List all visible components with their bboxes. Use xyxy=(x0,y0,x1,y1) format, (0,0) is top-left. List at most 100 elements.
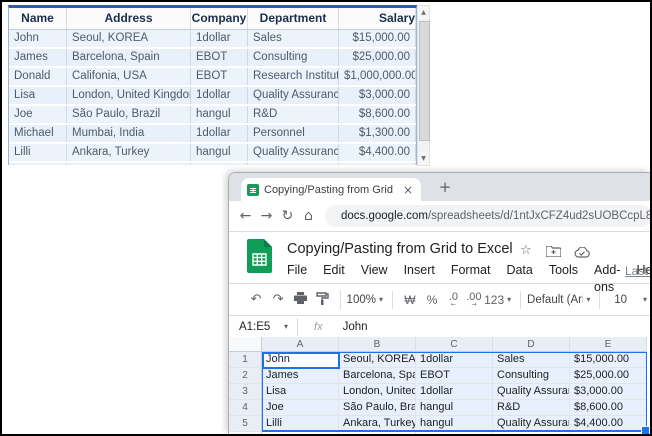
table-cell[interactable]: Sales xyxy=(248,30,339,47)
table-row[interactable]: JohnSeoul, KOREA1dollarSales$15,000.00 xyxy=(9,30,416,49)
table-cell[interactable]: $8,600.00 xyxy=(339,106,416,123)
table-cell[interactable]: EBOT xyxy=(191,49,248,66)
menu-item-view[interactable]: View xyxy=(353,262,396,296)
sheet-cell[interactable]: EBOT xyxy=(416,368,493,384)
table-cell[interactable]: Lilli xyxy=(9,144,67,161)
table-cell[interactable]: Research Institute xyxy=(248,68,339,85)
table-cell[interactable]: Quality Assurance xyxy=(248,87,339,104)
table-cell[interactable]: Sales xyxy=(248,163,339,165)
scroll-up-icon[interactable]: ▲ xyxy=(418,6,429,19)
sheet-cell[interactable]: Joe xyxy=(262,400,339,416)
sheet-cell[interactable] xyxy=(493,432,570,434)
forward-icon[interactable]: → xyxy=(256,208,277,224)
column-header-c[interactable]: C xyxy=(416,337,493,352)
table-cell[interactable]: hangul xyxy=(191,144,248,161)
column-header[interactable]: Salary xyxy=(339,8,416,29)
sheet-cell[interactable]: James xyxy=(262,368,339,384)
browser-tab[interactable]: Copying/Pasting from Grid to E × xyxy=(241,178,421,201)
table-cell[interactable]: Donald xyxy=(9,68,67,85)
row-header-6[interactable]: 6 xyxy=(229,432,262,434)
table-cell[interactable]: Personnel xyxy=(248,125,339,142)
sheet-cell[interactable]: London, United Kingdom xyxy=(339,384,416,400)
name-box[interactable]: A1:E5 xyxy=(229,321,281,333)
sheet-cell[interactable]: Quality Assurance xyxy=(493,416,570,432)
row-header-5[interactable]: 5 xyxy=(229,416,262,432)
table-cell[interactable]: $1,300.00 xyxy=(339,125,416,142)
column-header[interactable]: Address xyxy=(67,8,191,29)
sheet-cell[interactable]: Ankara, Turkey xyxy=(339,416,416,432)
reload-icon[interactable]: ↻ xyxy=(277,208,298,224)
table-cell[interactable]: São Paulo, Brazil xyxy=(67,106,191,123)
sheet-cell[interactable]: São Paulo, Brazil xyxy=(339,400,416,416)
sheet-cell[interactable] xyxy=(339,432,416,434)
star-icon[interactable]: ☆ xyxy=(520,243,532,258)
table-cell[interactable]: Sydney, NSW, Australia xyxy=(67,163,191,165)
column-header[interactable]: Company xyxy=(191,8,248,29)
table-row[interactable]: CelineSydney, NSW, AustraliahangulSales$… xyxy=(9,163,416,165)
table-row[interactable]: LisaLondon, United Kingdom1dollarQuality… xyxy=(9,87,416,106)
sheet-cell[interactable]: Lilli xyxy=(262,416,339,432)
table-cell[interactable]: Consulting xyxy=(248,49,339,66)
table-cell[interactable]: $25,000.00 xyxy=(339,49,416,66)
column-header-e[interactable]: E xyxy=(570,337,647,352)
sheet-cell[interactable] xyxy=(262,432,339,434)
sheet-cell[interactable]: Sales xyxy=(493,352,570,368)
menu-item-tools[interactable]: Tools xyxy=(541,262,586,296)
table-cell[interactable]: $1,000,000.00 xyxy=(339,68,416,85)
table-cell[interactable]: 1dollar xyxy=(191,125,248,142)
row-header-3[interactable]: 3 xyxy=(229,384,262,400)
sheet-cell[interactable]: John xyxy=(262,352,339,368)
sheet-cell[interactable]: $3,000.00 xyxy=(570,384,647,400)
table-row[interactable]: DonaldCalifonia, USAEBOTResearch Institu… xyxy=(9,68,416,87)
sheet-cell[interactable]: Consulting xyxy=(493,368,570,384)
row-header-4[interactable]: 4 xyxy=(229,400,262,416)
table-row[interactable]: JamesBarcelona, SpainEBOTConsulting$25,0… xyxy=(9,49,416,68)
home-icon[interactable]: ⌂ xyxy=(298,208,319,224)
table-cell[interactable]: Califonia, USA xyxy=(67,68,191,85)
sheet-cell[interactable]: hangul xyxy=(416,400,493,416)
sheet-cell[interactable]: R&D xyxy=(493,400,570,416)
menu-item-insert[interactable]: Insert xyxy=(396,262,443,296)
sheet-cell[interactable] xyxy=(570,432,647,434)
table-cell[interactable]: Celine xyxy=(9,163,67,165)
table-cell[interactable]: $4,400.00 xyxy=(339,144,416,161)
column-header[interactable]: Department xyxy=(248,8,339,29)
column-header-d[interactable]: D xyxy=(493,337,570,352)
menu-item-add-ons[interactable]: Add-ons xyxy=(586,262,628,296)
sheet-cell[interactable]: 1dollar xyxy=(416,384,493,400)
table-cell[interactable]: John xyxy=(9,30,67,47)
table-cell[interactable]: Ankara, Turkey xyxy=(67,144,191,161)
sheet-cell[interactable]: $8,600.00 xyxy=(570,400,647,416)
sheet-cell[interactable]: Seoul, KOREA xyxy=(339,352,416,368)
table-cell[interactable]: hangul xyxy=(191,106,248,123)
sheet-cell[interactable]: $4,400.00 xyxy=(570,416,647,432)
menu-item-data[interactable]: Data xyxy=(498,262,540,296)
table-cell[interactable]: Barcelona, Spain xyxy=(67,49,191,66)
table-cell[interactable]: James xyxy=(9,49,67,66)
tab-close-icon[interactable]: × xyxy=(401,183,415,197)
table-cell[interactable]: Quality Assurance xyxy=(248,144,339,161)
back-icon[interactable]: ← xyxy=(235,208,256,224)
menu-item-edit[interactable]: Edit xyxy=(315,262,353,296)
table-cell[interactable]: EBOT xyxy=(191,68,248,85)
new-tab-button[interactable]: + xyxy=(433,176,457,198)
table-row[interactable]: LilliAnkara, TurkeyhangulQuality Assuran… xyxy=(9,144,416,163)
sheet-cell[interactable] xyxy=(416,432,493,434)
sheet-cell[interactable]: Lisa xyxy=(262,384,339,400)
sheet-cell[interactable]: hangul xyxy=(416,416,493,432)
menu-item-file[interactable]: File xyxy=(279,262,315,296)
table-cell[interactable]: Mumbai, India xyxy=(67,125,191,142)
column-header-a[interactable]: A xyxy=(262,337,339,352)
table-cell[interactable]: Seoul, KOREA xyxy=(67,30,191,47)
table-row[interactable]: JoeSão Paulo, BrazilhangulR&D$8,600.00 xyxy=(9,106,416,125)
table-cell[interactable]: Joe xyxy=(9,106,67,123)
table-cell[interactable]: $3,000.00 xyxy=(339,87,416,104)
formula-input[interactable]: John xyxy=(343,321,368,333)
fill-handle[interactable] xyxy=(641,426,650,434)
sheet-cell[interactable]: $15,000.00 xyxy=(570,352,647,368)
grid-vertical-scrollbar[interactable]: ▲ ▼ xyxy=(417,5,430,166)
table-row[interactable]: MichaelMumbai, India1dollarPersonnel$1,3… xyxy=(9,125,416,144)
table-cell[interactable]: $20,000.00 xyxy=(339,163,416,165)
table-cell[interactable]: $15,000.00 xyxy=(339,30,416,47)
table-cell[interactable]: R&D xyxy=(248,106,339,123)
